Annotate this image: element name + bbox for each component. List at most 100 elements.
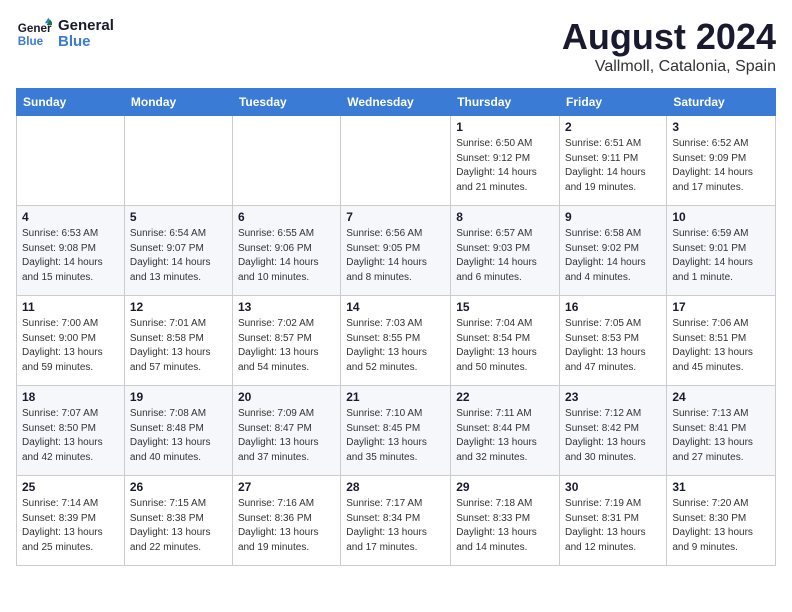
- calendar-table: SundayMondayTuesdayWednesdayThursdayFrid…: [16, 88, 776, 566]
- day-number: 12: [130, 300, 227, 314]
- day-number: 17: [672, 300, 770, 314]
- day-number: 16: [565, 300, 661, 314]
- day-info: Sunrise: 6:53 AM Sunset: 9:08 PM Dayligh…: [22, 227, 119, 285]
- day-number: 29: [456, 480, 554, 494]
- day-info: Sunrise: 7:12 AM Sunset: 8:42 PM Dayligh…: [565, 407, 661, 465]
- day-info: Sunrise: 6:54 AM Sunset: 9:07 PM Dayligh…: [130, 227, 227, 285]
- day-number: 1: [456, 120, 554, 134]
- day-cell: 22Sunrise: 7:11 AM Sunset: 8:44 PM Dayli…: [451, 386, 560, 476]
- day-cell: 16 Sunrise: 7:05 AM Sunset: 8:53 PM Dayli…: [560, 296, 667, 386]
- day-cell: 24Sunrise: 7:13 AM Sunset: 8:41 PM Dayli…: [667, 386, 776, 476]
- day-info: Sunrise: 7:02 AM Sunset: 8:57 PM Dayligh…: [238, 317, 335, 375]
- day-number: 18: [22, 390, 119, 404]
- day-cell: 4 Sunrise: 6:53 AM Sunset: 9:08 PM Daylig…: [17, 206, 125, 296]
- day-number: 4: [22, 210, 119, 224]
- day-info: Sunrise: 7:14 AM Sunset: 8:39 PM Dayligh…: [22, 497, 119, 555]
- day-cell: 23Sunrise: 7:12 AM Sunset: 8:42 PM Dayli…: [560, 386, 667, 476]
- title-block: August 2024 Vallmoll, Catalonia, Spain: [562, 16, 776, 76]
- day-info: Sunrise: 7:19 AM Sunset: 8:31 PM Dayligh…: [565, 497, 661, 555]
- day-info: Sunrise: 7:16 AM Sunset: 8:36 PM Dayligh…: [238, 497, 335, 555]
- day-info: Sunrise: 6:51 AM Sunset: 9:11 PM Dayligh…: [565, 137, 661, 195]
- day-cell: [341, 116, 451, 206]
- day-number: 28: [346, 480, 445, 494]
- day-info: Sunrise: 7:07 AM Sunset: 8:50 PM Dayligh…: [22, 407, 119, 465]
- day-info: Sunrise: 7:00 AM Sunset: 9:00 PM Dayligh…: [22, 317, 119, 375]
- day-info: Sunrise: 7:08 AM Sunset: 8:48 PM Dayligh…: [130, 407, 227, 465]
- day-cell: 14Sunrise: 7:03 AM Sunset: 8:55 PM Dayli…: [341, 296, 451, 386]
- logo: General Blue General Blue: [16, 16, 114, 52]
- day-cell: 11Sunrise: 7:00 AM Sunset: 9:00 PM Dayli…: [17, 296, 125, 386]
- header-row: SundayMondayTuesdayWednesdayThursdayFrid…: [17, 89, 776, 116]
- day-cell: 6 Sunrise: 6:55 AM Sunset: 9:06 PM Daylig…: [232, 206, 340, 296]
- day-number: 30: [565, 480, 661, 494]
- col-header-monday: Monday: [124, 89, 232, 116]
- day-cell: 15 Sunrise: 7:04 AM Sunset: 8:54 PM Dayli…: [451, 296, 560, 386]
- day-number: 3: [672, 120, 770, 134]
- day-cell: 29 Sunrise: 7:18 AM Sunset: 8:33 PM Dayli…: [451, 476, 560, 566]
- col-header-saturday: Saturday: [667, 89, 776, 116]
- day-info: Sunrise: 7:11 AM Sunset: 8:44 PM Dayligh…: [456, 407, 554, 465]
- day-cell: 5Sunrise: 6:54 AM Sunset: 9:07 PM Daylig…: [124, 206, 232, 296]
- day-info: Sunrise: 7:17 AM Sunset: 8:34 PM Dayligh…: [346, 497, 445, 555]
- day-cell: 26 Sunrise: 7:15 AM Sunset: 8:38 PM Dayli…: [124, 476, 232, 566]
- week-row-3: 11Sunrise: 7:00 AM Sunset: 9:00 PM Dayli…: [17, 296, 776, 386]
- day-number: 13: [238, 300, 335, 314]
- day-info: Sunrise: 7:09 AM Sunset: 8:47 PM Dayligh…: [238, 407, 335, 465]
- day-info: Sunrise: 7:06 AM Sunset: 8:51 PM Dayligh…: [672, 317, 770, 375]
- day-number: 6: [238, 210, 335, 224]
- day-info: Sunrise: 6:52 AM Sunset: 9:09 PM Dayligh…: [672, 137, 770, 195]
- day-number: 31: [672, 480, 770, 494]
- svg-text:Blue: Blue: [18, 35, 44, 48]
- day-cell: 21Sunrise: 7:10 AM Sunset: 8:45 PM Dayli…: [341, 386, 451, 476]
- day-number: 7: [346, 210, 445, 224]
- week-row-4: 18 Sunrise: 7:07 AM Sunset: 8:50 PM Dayli…: [17, 386, 776, 476]
- day-info: Sunrise: 7:01 AM Sunset: 8:58 PM Dayligh…: [130, 317, 227, 375]
- day-cell: 9Sunrise: 6:58 AM Sunset: 9:02 PM Daylig…: [560, 206, 667, 296]
- day-cell: 18 Sunrise: 7:07 AM Sunset: 8:50 PM Dayli…: [17, 386, 125, 476]
- day-info: Sunrise: 7:20 AM Sunset: 8:30 PM Dayligh…: [672, 497, 770, 555]
- logo-blue: Blue: [58, 34, 114, 51]
- month-title: August 2024: [562, 16, 776, 58]
- day-number: 27: [238, 480, 335, 494]
- day-info: Sunrise: 7:10 AM Sunset: 8:45 PM Dayligh…: [346, 407, 445, 465]
- logo-general: General: [58, 18, 114, 35]
- day-cell: 10 Sunrise: 6:59 AM Sunset: 9:01 PM Dayli…: [667, 206, 776, 296]
- day-info: Sunrise: 7:15 AM Sunset: 8:38 PM Dayligh…: [130, 497, 227, 555]
- day-info: Sunrise: 6:59 AM Sunset: 9:01 PM Dayligh…: [672, 227, 770, 285]
- day-info: Sunrise: 6:57 AM Sunset: 9:03 PM Dayligh…: [456, 227, 554, 285]
- day-cell: 31 Sunrise: 7:20 AM Sunset: 8:30 PM Dayli…: [667, 476, 776, 566]
- day-number: 26: [130, 480, 227, 494]
- day-number: 10: [672, 210, 770, 224]
- day-info: Sunrise: 6:55 AM Sunset: 9:06 PM Dayligh…: [238, 227, 335, 285]
- day-cell: 2 Sunrise: 6:51 AM Sunset: 9:11 PM Daylig…: [560, 116, 667, 206]
- day-number: 20: [238, 390, 335, 404]
- page-container: General Blue General Blue August 2024 Va…: [16, 16, 776, 566]
- header: General Blue General Blue August 2024 Va…: [16, 16, 776, 76]
- week-row-5: 25 Sunrise: 7:14 AM Sunset: 8:39 PM Dayli…: [17, 476, 776, 566]
- day-cell: 7 Sunrise: 6:56 AM Sunset: 9:05 PM Daylig…: [341, 206, 451, 296]
- location: Vallmoll, Catalonia, Spain: [562, 58, 776, 76]
- day-cell: 8Sunrise: 6:57 AM Sunset: 9:03 PM Daylig…: [451, 206, 560, 296]
- day-number: 24: [672, 390, 770, 404]
- day-info: Sunrise: 7:03 AM Sunset: 8:55 PM Dayligh…: [346, 317, 445, 375]
- day-cell: 25 Sunrise: 7:14 AM Sunset: 8:39 PM Dayli…: [17, 476, 125, 566]
- week-row-1: 1Sunrise: 6:50 AM Sunset: 9:12 PM Daylig…: [17, 116, 776, 206]
- day-cell: [17, 116, 125, 206]
- day-number: 2: [565, 120, 661, 134]
- day-cell: 3 Sunrise: 6:52 AM Sunset: 9:09 PM Daylig…: [667, 116, 776, 206]
- day-info: Sunrise: 7:04 AM Sunset: 8:54 PM Dayligh…: [456, 317, 554, 375]
- col-header-sunday: Sunday: [17, 89, 125, 116]
- day-cell: 13 Sunrise: 7:02 AM Sunset: 8:57 PM Dayli…: [232, 296, 340, 386]
- day-info: Sunrise: 6:56 AM Sunset: 9:05 PM Dayligh…: [346, 227, 445, 285]
- col-header-tuesday: Tuesday: [232, 89, 340, 116]
- day-cell: 20 Sunrise: 7:09 AM Sunset: 8:47 PM Dayli…: [232, 386, 340, 476]
- col-header-thursday: Thursday: [451, 89, 560, 116]
- day-cell: 1Sunrise: 6:50 AM Sunset: 9:12 PM Daylig…: [451, 116, 560, 206]
- day-cell: 28 Sunrise: 7:17 AM Sunset: 8:34 PM Dayli…: [341, 476, 451, 566]
- day-info: Sunrise: 6:58 AM Sunset: 9:02 PM Dayligh…: [565, 227, 661, 285]
- day-number: 25: [22, 480, 119, 494]
- day-info: Sunrise: 7:05 AM Sunset: 8:53 PM Dayligh…: [565, 317, 661, 375]
- day-info: Sunrise: 7:18 AM Sunset: 8:33 PM Dayligh…: [456, 497, 554, 555]
- day-number: 15: [456, 300, 554, 314]
- day-cell: 17 Sunrise: 7:06 AM Sunset: 8:51 PM Dayli…: [667, 296, 776, 386]
